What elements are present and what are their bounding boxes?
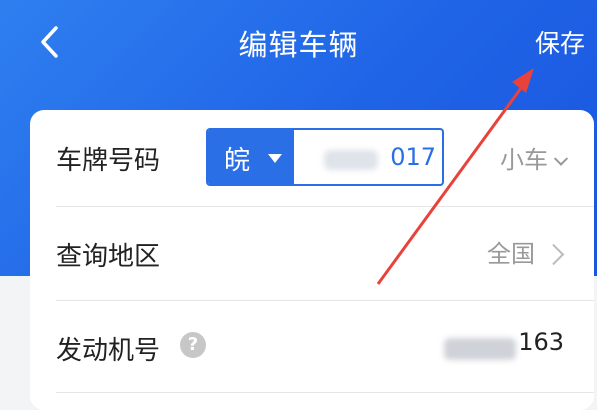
question-icon[interactable]: ?: [180, 332, 206, 358]
engine-number-value[interactable]: 163: [518, 328, 564, 356]
page-title: 编辑车辆: [238, 28, 359, 62]
redaction-blur: [324, 150, 378, 170]
chevron-down-icon: [553, 151, 569, 166]
region-row[interactable]: 查询地区 全国: [30, 206, 594, 296]
plate-label: 车牌号码: [56, 146, 161, 176]
region-label: 查询地区: [56, 242, 161, 272]
vehicle-type-value: 小车: [500, 146, 548, 174]
region-value: 全国: [487, 234, 565, 269]
divider: [56, 392, 594, 393]
region-value-text: 全国: [487, 240, 535, 268]
vehicle-form-card: 车牌号码 皖 小车 查询地区 全国 发动机号 ? 163: [30, 110, 594, 410]
province-value: 皖: [224, 146, 251, 176]
province-selector[interactable]: 皖: [208, 130, 294, 184]
vehicle-type-selector[interactable]: 小车: [500, 140, 569, 175]
plate-row: 车牌号码 皖 小车: [30, 110, 594, 200]
engine-label: 发动机号: [56, 336, 161, 366]
plate-input-group: 皖: [206, 128, 444, 186]
caret-down-icon: [268, 154, 282, 163]
chevron-right-icon: [543, 243, 565, 266]
engine-row: 发动机号 ? 163: [30, 300, 594, 390]
save-button[interactable]: 保存: [535, 24, 585, 60]
nav-bar: 编辑车辆 保存: [0, 0, 597, 90]
redaction-blur: [444, 338, 516, 360]
